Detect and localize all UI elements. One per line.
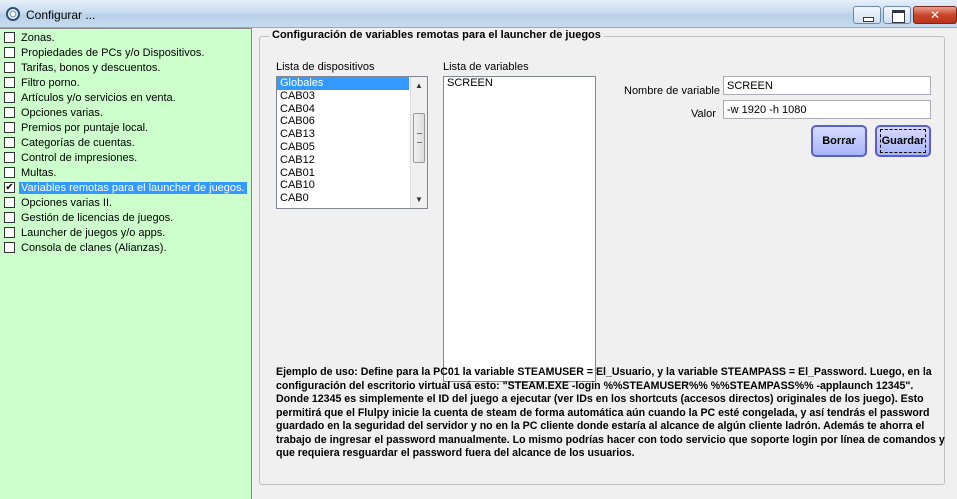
- tree-item-label: Gestión de licencias de juegos.: [21, 211, 174, 224]
- tree-item-label: Launcher de juegos y/o apps.: [21, 226, 166, 239]
- var-name-input[interactable]: [723, 76, 931, 95]
- list-item[interactable]: CAB13: [277, 128, 409, 141]
- tree-item[interactable]: Tarifas, bonos y descuentos.: [4, 60, 250, 75]
- tree-item-label: Artículos y/o servicios en venta.: [21, 91, 176, 104]
- group-title: Configuración de variables remotas para …: [269, 29, 604, 41]
- list-item[interactable]: CAB04: [277, 103, 409, 116]
- tree-item[interactable]: Gestión de licencias de juegos.: [4, 210, 250, 225]
- devices-scrollbar[interactable]: ▲ ▼: [410, 77, 427, 208]
- minimize-button[interactable]: [853, 6, 881, 24]
- checkbox[interactable]: [4, 167, 15, 178]
- help-text: Ejemplo de uso: Define para la PC01 la v…: [276, 366, 945, 459]
- checkbox[interactable]: [4, 32, 15, 43]
- list-item[interactable]: SCREEN: [444, 77, 595, 90]
- tree-item[interactable]: Categorías de cuentas.: [4, 135, 250, 150]
- checkbox[interactable]: [4, 212, 15, 223]
- list-item[interactable]: CAB12: [277, 154, 409, 167]
- devices-label: Lista de dispositivos: [276, 61, 375, 73]
- checkbox[interactable]: [4, 107, 15, 118]
- list-item[interactable]: CAB03: [277, 90, 409, 103]
- list-item[interactable]: CAB01: [277, 167, 409, 180]
- tree-item[interactable]: Control de impresiones.: [4, 150, 250, 165]
- checkbox[interactable]: [4, 122, 15, 133]
- list-item[interactable]: Globales: [277, 77, 409, 90]
- save-button[interactable]: Guardar: [875, 125, 931, 157]
- main-panel: Configuración de variables remotas para …: [252, 28, 957, 499]
- tree-item[interactable]: Artículos y/o servicios en venta.: [4, 90, 250, 105]
- checkbox[interactable]: [4, 77, 15, 88]
- variables-rows: SCREEN: [444, 77, 595, 90]
- tree-item-label: Consola de clanes (Alianzas).: [21, 241, 167, 254]
- tree-item-label: Premios por puntaje local.: [21, 121, 149, 134]
- title-bar[interactable]: Configurar ...: [0, 0, 957, 28]
- var-name-label: Nombre de variable: [624, 85, 720, 97]
- list-item[interactable]: CAB10: [277, 179, 409, 192]
- checkbox[interactable]: [4, 92, 15, 103]
- tree-item[interactable]: Opciones varias.: [4, 105, 250, 120]
- variables-list[interactable]: SCREEN: [443, 76, 596, 382]
- list-item[interactable]: CAB06: [277, 115, 409, 128]
- list-item[interactable]: CAB0: [277, 192, 409, 205]
- tree-item[interactable]: Multas.: [4, 165, 250, 180]
- save-button-label: Guardar: [879, 129, 927, 153]
- value-label: Valor: [691, 108, 716, 120]
- list-item[interactable]: CAB05: [277, 141, 409, 154]
- devices-rows: Globales CAB03 CAB04 CAB06 CAB13 CAB05 CAB12 CA…: [277, 77, 427, 205]
- maximize-button[interactable]: [883, 6, 911, 24]
- tree-item[interactable]: Propiedades de PCs y/o Dispositivos.: [4, 45, 250, 60]
- delete-button-label: Borrar: [822, 135, 856, 147]
- checkbox[interactable]: ✔: [4, 182, 15, 193]
- tree-item[interactable]: Opciones varias II.: [4, 195, 250, 210]
- tree-item[interactable]: Filtro porno.: [4, 75, 250, 90]
- checkbox[interactable]: [4, 47, 15, 58]
- config-tree: Zonas. Propiedades de PCs y/o Dispositivo…: [0, 28, 252, 499]
- devices-list[interactable]: Globales CAB03 CAB04 CAB06 CAB13 CAB05 CAB12 CA…: [276, 76, 428, 209]
- scroll-thumb[interactable]: [413, 113, 425, 163]
- window-title: Configurar ...: [26, 8, 96, 22]
- tree-item-label: Zonas.: [21, 31, 55, 44]
- tree-item-label: Tarifas, bonos y descuentos.: [21, 61, 161, 74]
- checkbox[interactable]: [4, 62, 15, 73]
- tree-item[interactable]: ✔ Variables remotas para el launcher de j…: [4, 180, 250, 195]
- delete-button[interactable]: Borrar: [811, 125, 867, 157]
- window-controls: [851, 6, 957, 24]
- scroll-up-icon[interactable]: ▲: [411, 77, 427, 94]
- checkbox[interactable]: [4, 197, 15, 208]
- close-button[interactable]: [913, 6, 957, 24]
- config-window: Configurar ... Zonas. Propiedades de PCs …: [0, 0, 957, 499]
- checkbox[interactable]: [4, 152, 15, 163]
- tree-item-label: Categorías de cuentas.: [21, 136, 135, 149]
- tree-item-label: Variables remotas para el launcher de ju…: [19, 181, 247, 194]
- tree-item[interactable]: Premios por puntaje local.: [4, 120, 250, 135]
- gear-icon: [6, 7, 20, 21]
- tree-item-label: Filtro porno.: [21, 76, 80, 89]
- tree-item[interactable]: Launcher de juegos y/o apps.: [4, 225, 250, 240]
- tree-item[interactable]: Zonas.: [4, 30, 250, 45]
- checkbox[interactable]: [4, 242, 15, 253]
- tree-item-label: Control de impresiones.: [21, 151, 138, 164]
- value-input[interactable]: [723, 100, 931, 119]
- tree-item-label: Opciones varias II.: [21, 196, 113, 209]
- tree-item-label: Multas.: [21, 166, 57, 179]
- scroll-down-icon[interactable]: ▼: [411, 191, 427, 208]
- variables-label: Lista de variables: [443, 61, 529, 73]
- checkbox[interactable]: [4, 137, 15, 148]
- checkbox[interactable]: [4, 227, 15, 238]
- tree-item-label: Opciones varias.: [21, 106, 103, 119]
- tree-item[interactable]: Consola de clanes (Alianzas).: [4, 240, 250, 255]
- tree-item-label: Propiedades de PCs y/o Dispositivos.: [21, 46, 205, 59]
